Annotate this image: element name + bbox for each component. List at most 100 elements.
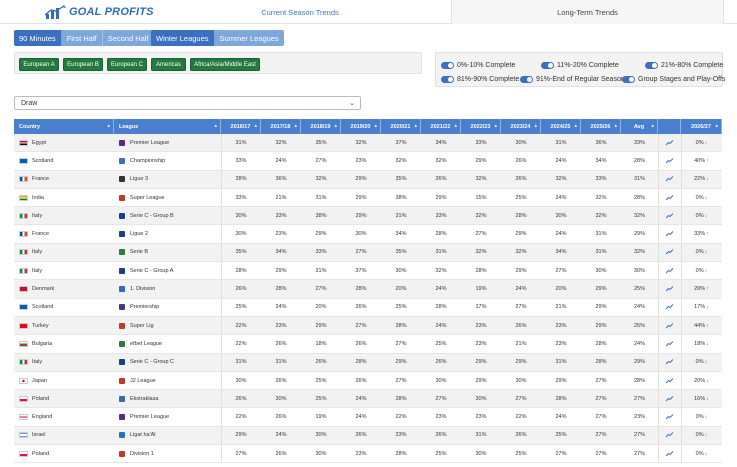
trend-chart-icon[interactable] <box>658 408 681 425</box>
trend-chart-icon[interactable] <box>658 152 681 169</box>
column-divider <box>658 225 659 243</box>
trend-chart-icon[interactable] <box>658 189 681 206</box>
toggle-switch-icon[interactable] <box>622 75 635 83</box>
toggle-switch-icon[interactable] <box>441 75 454 83</box>
season-value-cell: 29% <box>595 322 607 329</box>
column-divider <box>221 188 222 207</box>
summer-leagues-button[interactable]: Summer Leagues <box>214 30 284 46</box>
trend-chart-icon[interactable] <box>658 244 681 261</box>
toggle-91-end[interactable]: 91%-End of Regular Season <box>520 74 625 84</box>
column-header-label: 2017/18 <box>270 123 291 130</box>
sort-icon[interactable]: ▴ <box>534 123 537 129</box>
arrow-up-icon: ↑ <box>706 231 709 238</box>
toggle-switch-icon[interactable] <box>645 61 658 69</box>
market-select[interactable]: Draw ⌄ <box>14 96 361 110</box>
toggle-11-20[interactable]: 11%-20% Complete <box>541 60 619 70</box>
european-c-button[interactable]: European C <box>107 58 147 71</box>
trend-chart-icon[interactable] <box>658 354 681 371</box>
season-value-cell: 32% <box>355 139 367 146</box>
avg-cell: 32% <box>633 249 645 256</box>
trend-chart-icon[interactable] <box>658 262 681 279</box>
trend-chart-icon[interactable] <box>658 171 681 188</box>
africa-asia-middle-east-button[interactable]: Africa/Asia/Middle East <box>190 58 260 71</box>
country-name: Scotland <box>32 157 54 164</box>
sort-icon[interactable]: ▴ <box>214 123 217 129</box>
toggle-81-90[interactable]: 81%-90% Complete <box>441 74 519 84</box>
winter-leagues-button[interactable]: Winter Leagues <box>151 30 215 46</box>
sort-icon[interactable]: ▴ <box>374 123 377 129</box>
sort-icon[interactable]: ▴ <box>254 123 257 129</box>
season-value-cell: 26% <box>355 432 367 439</box>
trend-chart-icon[interactable] <box>658 280 681 297</box>
sort-icon[interactable]: ▴ <box>454 123 457 129</box>
sort-icon[interactable]: ▴ <box>494 123 497 129</box>
column-header[interactable]: 2023/24 ▴ <box>501 119 541 134</box>
trend-chart-icon[interactable] <box>658 207 681 224</box>
column-header[interactable]: 2018/19 ▴ <box>301 119 341 134</box>
period-button-group: 90 Minutes First Half Second Half <box>14 30 154 46</box>
column-header[interactable]: 2022/23 ▴ <box>461 119 501 134</box>
toggle-group-stages[interactable]: Group Stages and Play-Offs <box>622 74 725 84</box>
toggle-switch-icon[interactable] <box>541 61 554 69</box>
column-header[interactable]: 2026/27 ▴ <box>681 119 722 134</box>
season-value-cell: 28% <box>395 322 407 329</box>
tab-current-season-trends[interactable]: Current Season Trends <box>150 0 450 24</box>
season-value-cell: 31% <box>555 359 567 366</box>
toggle-switch-icon[interactable] <box>441 61 454 69</box>
trend-chart-icon[interactable] <box>658 427 681 444</box>
trend-chart-icon[interactable] <box>658 134 681 151</box>
column-header[interactable]: 2020/21 ▴ <box>381 119 421 134</box>
column-header[interactable]: 2019/20 ▴ <box>341 119 381 134</box>
avg-cell: 31% <box>633 176 645 183</box>
toggle-switch-icon[interactable] <box>520 75 533 83</box>
current-value: 0% <box>695 267 704 274</box>
column-divider <box>681 316 682 335</box>
sort-icon[interactable]: ▴ <box>715 123 718 129</box>
column-divider <box>221 408 222 426</box>
sort-icon[interactable]: ▴ <box>614 123 617 129</box>
column-divider <box>681 225 682 243</box>
column-header[interactable]: League ▴ <box>114 119 221 134</box>
logo[interactable]: GOAL PROFITS <box>45 4 154 20</box>
trend-chart-icon[interactable] <box>658 372 681 389</box>
toggle-21-80[interactable]: 21%-80% Complete <box>645 60 723 70</box>
season-value-cell: 25% <box>435 340 447 347</box>
column-header[interactable]: 2024/25 ▴ <box>541 119 581 134</box>
column-header[interactable]: Country ▴ <box>14 119 114 134</box>
trend-chart-icon[interactable] <box>658 317 681 334</box>
sort-icon[interactable]: ▴ <box>574 123 577 129</box>
column-header[interactable]: 2025/26 ▴ <box>581 119 621 134</box>
trend-chart-icon[interactable] <box>658 390 681 407</box>
column-header[interactable]: 2016/17 ▴ <box>221 119 261 134</box>
column-header[interactable]: Avg ▴ <box>621 119 658 134</box>
trend-chart-icon[interactable] <box>658 445 681 462</box>
americas-button[interactable]: Americas <box>151 58 186 71</box>
season-value-cell: 32% <box>595 212 607 219</box>
column-header-label: 2021/22 <box>430 123 451 130</box>
column-header[interactable]: 2021/22 ▴ <box>421 119 461 134</box>
flag-icon <box>19 249 28 256</box>
column-header[interactable] <box>658 119 681 134</box>
sort-icon[interactable]: ▴ <box>294 123 297 129</box>
trend-chart-icon[interactable] <box>658 335 681 352</box>
period-first-half-button[interactable]: First Half <box>61 30 103 46</box>
sort-icon[interactable]: ▴ <box>651 123 654 129</box>
period-90-minutes-button[interactable]: 90 Minutes <box>14 30 62 46</box>
sort-icon[interactable]: ▴ <box>107 123 110 129</box>
trend-chart-icon[interactable] <box>658 225 681 242</box>
sort-icon[interactable]: ▴ <box>414 123 417 129</box>
european-a-button[interactable]: European A <box>19 58 59 71</box>
trend-chart-icon[interactable] <box>658 299 681 316</box>
season-value-cell: 31% <box>595 231 607 238</box>
european-b-button[interactable]: European B <box>63 58 103 71</box>
toggle-0-10[interactable]: 0%-10% Complete <box>441 60 515 70</box>
column-header[interactable]: 2017/18 ▴ <box>261 119 301 134</box>
sort-icon[interactable]: ▴ <box>334 123 337 129</box>
tab-long-term-trends[interactable]: Long-Term Trends <box>451 0 724 24</box>
column-divider <box>221 390 222 408</box>
flag-icon <box>19 377 28 384</box>
arrow-down-icon: ↓ <box>704 432 708 439</box>
league-name: Premier League <box>130 139 170 146</box>
league-cell: Premiership <box>119 299 221 316</box>
period-second-half-button[interactable]: Second Half <box>102 30 154 46</box>
